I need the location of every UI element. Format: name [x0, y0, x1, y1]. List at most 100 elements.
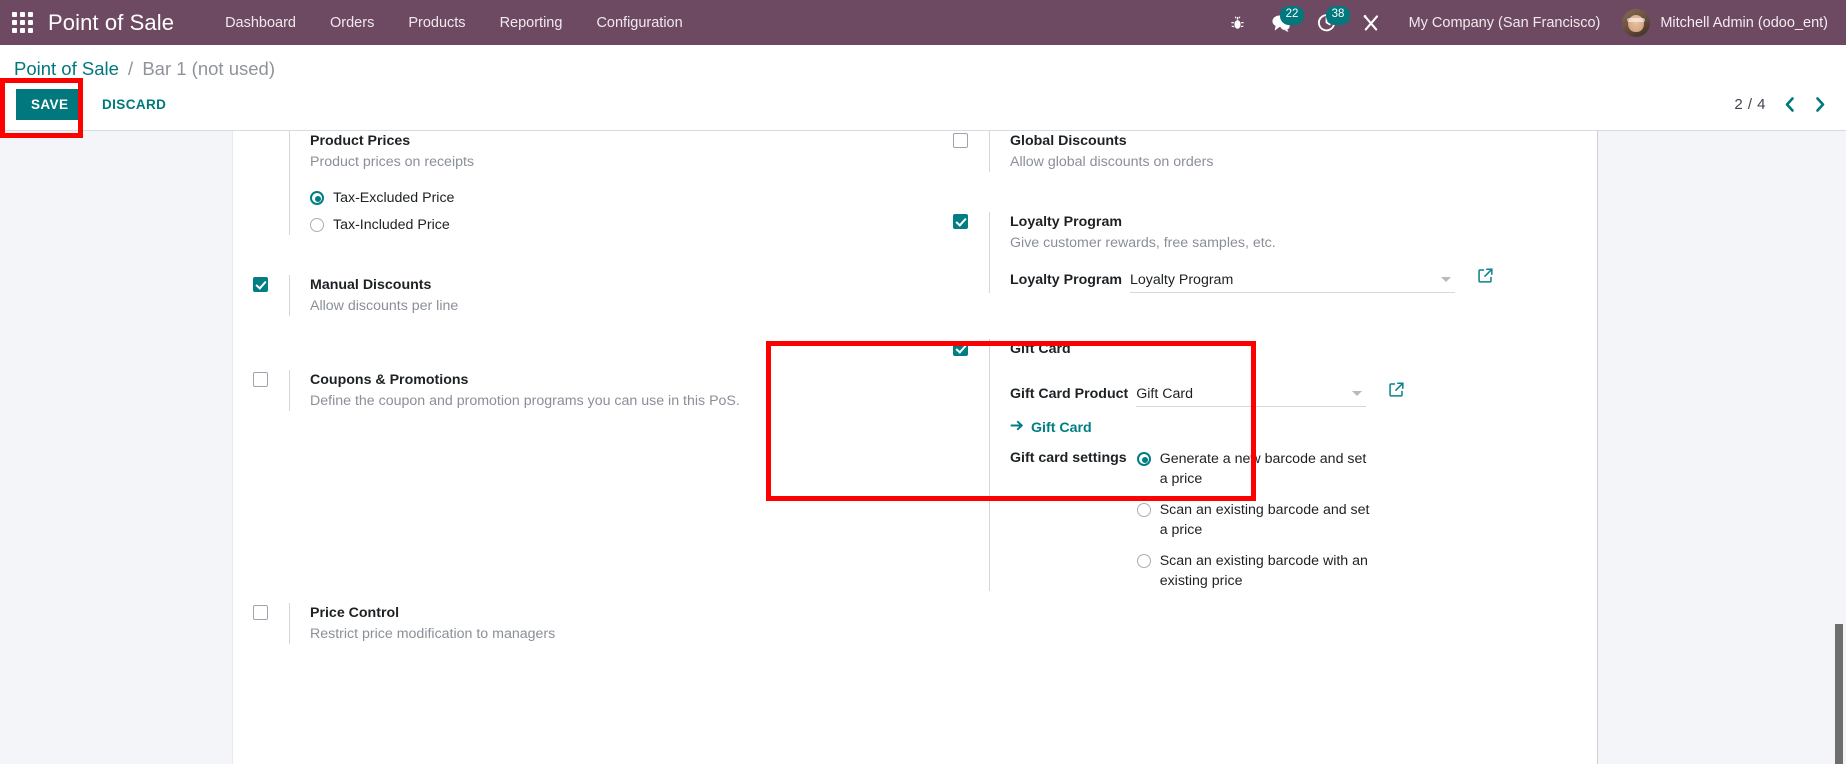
setting-description: Allow global discounts on orders — [1010, 154, 1214, 170]
radio-label: Tax-Included Price — [333, 217, 450, 233]
setting-description: Allow discounts per line — [310, 298, 459, 314]
radio-button[interactable] — [1136, 452, 1151, 466]
gift-card-product-field-label: Gift Card Product — [1010, 386, 1129, 402]
radio-button[interactable] — [310, 191, 324, 205]
app-brand-title[interactable]: Point of Sale — [48, 10, 174, 36]
setting-title: Coupons & Promotions — [310, 372, 469, 388]
chevron-left-icon[interactable] — [1782, 95, 1797, 114]
breadcrumb-current: Bar 1 (not used) — [142, 58, 275, 79]
gift-card-checkbox[interactable] — [953, 341, 968, 356]
chevron-down-icon[interactable] — [1352, 391, 1363, 396]
setting-title: Price Control — [310, 605, 400, 621]
radio-scan-existing-existing-price[interactable]: Scan an existing barcode with an existin… — [1136, 551, 1375, 591]
developer-tools-icon[interactable] — [1349, 0, 1393, 45]
radio-generate-new-barcode[interactable]: Generate a new barcode and set a price — [1136, 449, 1375, 489]
manual-discounts-checkbox[interactable] — [253, 277, 268, 292]
activities-clock-icon[interactable]: 38 — [1304, 0, 1351, 45]
discard-button[interactable]: DISCARD — [92, 89, 176, 120]
setting-body: Coupons & Promotions Define the coupon a… — [289, 370, 933, 411]
breadcrumb-root-link[interactable]: Point of Sale — [14, 58, 119, 79]
gift-card-product-input[interactable] — [1136, 384, 1345, 406]
setting-body: Product Prices Product prices on receipt… — [289, 131, 933, 235]
setting-manual-discounts: Manual Discounts Allow discounts per lin… — [233, 275, 933, 316]
setting-coupons-promotions: Coupons & Promotions Define the coupon a… — [233, 370, 933, 411]
radio-scan-existing-set-price[interactable]: Scan an existing barcode and set a price — [1136, 500, 1375, 540]
chevron-right-icon[interactable] — [1813, 95, 1828, 114]
checkbox-slot — [253, 275, 289, 292]
checkbox-slot — [953, 339, 989, 356]
setting-title: Loyalty Program — [1010, 214, 1122, 230]
odoo-app-window: Point of Sale Dashboard Orders Products … — [0, 0, 1846, 764]
settings-sheet: Product Prices Product prices on receipt… — [232, 131, 1598, 764]
radio-label: Scan an existing barcode and set a price — [1159, 502, 1370, 538]
save-button[interactable]: SAVE — [16, 89, 84, 120]
messages-icon[interactable]: 22 — [1258, 0, 1305, 45]
company-switcher[interactable]: My Company (San Francisco) — [1393, 15, 1617, 31]
bug-icon[interactable] — [1217, 0, 1258, 45]
pager-count[interactable]: 2 / 4 — [1734, 96, 1766, 113]
radio-button[interactable] — [1136, 503, 1151, 517]
setting-global-discounts: Global Discounts Allow global discounts … — [933, 131, 1599, 172]
coupons-promotions-checkbox[interactable] — [253, 372, 268, 387]
apps-grid-icon[interactable] — [12, 11, 34, 34]
checkbox-slot-empty — [253, 131, 289, 133]
setting-description: Give customer rewards, free samples, etc… — [1010, 235, 1276, 251]
breadcrumb-separator: / — [128, 58, 134, 79]
user-name-label: Mitchell Admin (odoo_ent) — [1660, 14, 1828, 31]
setting-gift-card: Gift Card Gift Card Product Gift Card Gi… — [933, 339, 1599, 591]
radio-label: Generate a new barcode and set a price — [1159, 451, 1367, 487]
setting-body: Price Control Restrict price modificatio… — [289, 603, 933, 644]
gift-card-internal-link[interactable]: Gift Card — [1010, 419, 1092, 436]
nav-menu-reporting[interactable]: Reporting — [483, 0, 580, 45]
vertical-scrollbar-thumb[interactable] — [1835, 624, 1843, 764]
setting-description: Define the coupon and promotion programs… — [310, 393, 740, 409]
checkbox-slot — [253, 603, 289, 620]
setting-product-prices: Product Prices Product prices on receipt… — [233, 131, 933, 235]
activities-badge: 38 — [1325, 6, 1351, 25]
control-panel: Point of Sale / Bar 1 (not used) SAVE DI… — [0, 45, 1846, 131]
setting-price-control: Price Control Restrict price modificatio… — [233, 603, 933, 644]
loyalty-program-checkbox[interactable] — [953, 214, 968, 229]
loyalty-program-input[interactable] — [1129, 270, 1433, 292]
nav-menu-orders[interactable]: Orders — [313, 0, 391, 45]
setting-title: Global Discounts — [1010, 133, 1127, 149]
setting-title: Manual Discounts — [310, 277, 432, 293]
loyalty-program-select[interactable] — [1129, 270, 1455, 293]
chevron-down-icon[interactable] — [1440, 277, 1451, 282]
setting-loyalty-program: Loyalty Program Give customer rewards, f… — [933, 212, 1599, 293]
avatar — [1622, 8, 1651, 37]
radio-button[interactable] — [1136, 554, 1151, 568]
settings-right-column: Global Discounts Allow global discounts … — [933, 131, 1599, 591]
vertical-scrollbar-track[interactable] — [1832, 262, 1846, 764]
gift-card-product-field-row: Gift Card Product — [1010, 381, 1599, 407]
settings-left-column: Product Prices Product prices on receipt… — [233, 131, 933, 644]
radio-tax-excluded[interactable]: Tax-Excluded Price — [310, 188, 933, 208]
loyalty-program-external-link-icon[interactable] — [1477, 267, 1494, 284]
radio-label: Tax-Excluded Price — [333, 190, 455, 206]
gift-card-product-select[interactable] — [1136, 384, 1367, 407]
loyalty-program-field-row: Loyalty Program — [1010, 267, 1599, 293]
setting-body: Global Discounts Allow global discounts … — [989, 131, 1599, 172]
gift-card-settings-group: Gift card settings Generate a new barcod… — [1010, 449, 1599, 591]
user-menu[interactable]: Mitchell Admin (odoo_ent) — [1616, 0, 1846, 45]
nav-menu-dashboard[interactable]: Dashboard — [208, 0, 313, 45]
nav-menu-configuration[interactable]: Configuration — [579, 0, 699, 45]
checkbox-slot — [953, 212, 989, 229]
gift-card-product-external-link-icon[interactable] — [1388, 381, 1405, 398]
loyalty-program-field-label: Loyalty Program — [1010, 272, 1122, 288]
radio-button[interactable] — [310, 218, 324, 232]
setting-title: Product Prices — [310, 133, 411, 149]
setting-title: Gift Card — [1010, 341, 1071, 357]
setting-body: Manual Discounts Allow discounts per lin… — [289, 275, 933, 316]
top-navbar: Point of Sale Dashboard Orders Products … — [0, 0, 1846, 45]
price-control-checkbox[interactable] — [253, 605, 268, 620]
setting-description: Restrict price modification to managers — [310, 626, 556, 642]
radio-tax-included[interactable]: Tax-Included Price — [310, 215, 933, 235]
nav-menu-products[interactable]: Products — [391, 0, 482, 45]
gift-card-internal-link-label: Gift Card — [1031, 419, 1092, 436]
global-discounts-checkbox[interactable] — [953, 133, 968, 148]
gift-card-settings-label: Gift card settings — [1010, 450, 1127, 466]
settings-scroll-area: Product Prices Product prices on receipt… — [0, 131, 1846, 764]
gift-card-settings-options: Generate a new barcode and set a price S… — [1136, 449, 1375, 591]
setting-description: Product prices on receipts — [310, 154, 475, 170]
